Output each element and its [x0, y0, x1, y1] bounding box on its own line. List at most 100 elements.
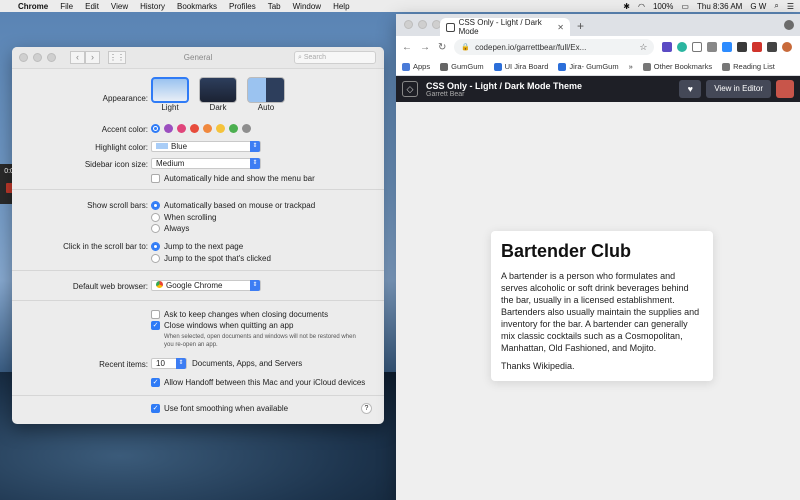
new-tab-icon[interactable]: + — [577, 19, 584, 33]
grid-icon[interactable]: ⋮⋮ — [108, 51, 126, 64]
sidebar-size-label: Sidebar icon size: — [84, 160, 148, 169]
bookmark-star-icon[interactable]: ☆ — [639, 42, 647, 53]
menu-chrome[interactable]: Chrome — [18, 2, 48, 11]
click-scroll-label: Click in the scroll bar to: — [63, 242, 148, 251]
sidebar-size-select[interactable]: Medium ⇕ — [151, 158, 261, 169]
menu-user[interactable]: G W — [750, 2, 766, 11]
active-tab[interactable]: CSS Only - Light / Dark Mode ✕ — [440, 18, 570, 36]
menu-window[interactable]: Window — [293, 2, 321, 11]
back-arrow-icon[interactable]: ← — [402, 42, 412, 53]
bluetooth-icon[interactable]: ✱ — [623, 2, 630, 11]
close-tab-icon[interactable]: ✕ — [557, 23, 564, 32]
chrome-minimize-button[interactable] — [418, 20, 427, 29]
recent-items-select[interactable]: 10 ⇕ — [151, 358, 187, 369]
preferences-window: ‹ › ⋮⋮ General ⌕ Search Appearance: Ligh… — [12, 47, 384, 424]
extension-icons: ⋮ — [662, 41, 800, 53]
reading-list[interactable]: Reading List — [722, 62, 775, 71]
control-center-icon[interactable]: ☰ — [787, 2, 794, 11]
menu-tab[interactable]: Tab — [268, 2, 281, 11]
accent-green[interactable] — [229, 124, 238, 133]
bookmark-gumgum[interactable]: GumGum — [440, 62, 484, 71]
extension-icon[interactable] — [677, 41, 688, 52]
prefs-search-input[interactable]: ⌕ Search — [294, 51, 376, 64]
help-button[interactable]: ? — [361, 403, 372, 414]
menu-profiles[interactable]: Profiles — [229, 2, 256, 11]
auto-hide-checkbox[interactable] — [151, 174, 160, 183]
font-smoothing-checkbox[interactable]: ✓ — [151, 404, 160, 413]
accent-orange[interactable] — [203, 124, 212, 133]
bookmark-ui-jira[interactable]: UI Jira Board — [493, 62, 548, 71]
view-in-editor-button[interactable]: View in Editor — [706, 80, 771, 98]
auto-thumbnail — [247, 77, 285, 103]
chrome-window: CSS Only - Light / Dark Mode ✕ + ← → ↻ 🔒… — [396, 14, 800, 500]
chrome-close-button[interactable] — [404, 20, 413, 29]
extension-icon[interactable] — [692, 41, 703, 52]
bookmarks-more[interactable]: » — [629, 62, 633, 71]
scroll-when-scrolling-radio[interactable] — [151, 213, 160, 222]
appearance-label: Appearance: — [102, 94, 148, 103]
avatar[interactable] — [776, 80, 794, 98]
search-icon[interactable]: ⌕ — [774, 1, 778, 11]
profile-avatar[interactable] — [782, 41, 793, 52]
jump-spot-radio[interactable] — [151, 254, 160, 263]
reload-icon[interactable]: ↻ — [438, 42, 446, 53]
page-viewport: Bartender Club A bartender is a person w… — [396, 102, 800, 500]
extension-icon[interactable] — [752, 41, 763, 52]
theme-light[interactable]: Light — [151, 77, 189, 112]
accent-red[interactable] — [190, 124, 199, 133]
close-button[interactable] — [19, 53, 28, 62]
scroll-always-radio[interactable] — [151, 224, 160, 233]
theme-light-label: Light — [161, 103, 179, 112]
jira-icon — [558, 62, 567, 71]
minimize-button[interactable] — [33, 53, 42, 62]
jump-spot-label: Jump to the spot that's clicked — [164, 254, 271, 263]
pen-author[interactable]: Garrett Bear — [426, 91, 582, 98]
highlight-label: Highlight color: — [95, 143, 148, 152]
theme-auto[interactable]: Auto — [247, 77, 285, 112]
wifi-icon[interactable]: ◠ — [638, 2, 645, 11]
address-bar[interactable]: 🔒 codepen.io/garrettbear/full/Ex... ☆ — [454, 39, 655, 55]
theme-dark[interactable]: Dark — [199, 77, 237, 112]
zoom-extension-icon[interactable] — [722, 41, 733, 52]
menu-bookmarks[interactable]: Bookmarks — [177, 2, 217, 11]
accent-purple[interactable] — [164, 124, 173, 133]
reading-list-icon — [722, 62, 731, 71]
accent-yellow[interactable] — [216, 124, 225, 133]
menu-history[interactable]: History — [140, 2, 165, 11]
extension-icon[interactable] — [737, 41, 748, 52]
menu-clock[interactable]: Thu 8:36 AM — [697, 2, 742, 11]
ask-keep-changes-checkbox[interactable] — [151, 310, 160, 319]
accent-graphite[interactable] — [242, 124, 251, 133]
tab-search-icon[interactable] — [784, 20, 794, 30]
scroll-auto-radio[interactable] — [151, 201, 160, 210]
other-bookmarks[interactable]: Other Bookmarks — [642, 62, 712, 71]
codepen-logo-icon[interactable]: ◇ — [402, 81, 418, 97]
close-windows-label: Close windows when quitting an app — [164, 321, 294, 330]
bookmark-apps[interactable]: Apps — [402, 62, 430, 71]
handoff-checkbox[interactable]: ✓ — [151, 378, 160, 387]
handoff-label: Allow Handoff between this Mac and your … — [164, 378, 366, 387]
extension-icon[interactable] — [767, 41, 778, 52]
highlight-select[interactable]: Blue ⇕ — [151, 141, 261, 152]
forward-arrow-icon[interactable]: → — [420, 42, 430, 53]
menu-help[interactable]: Help — [333, 2, 349, 11]
zoom-button[interactable] — [47, 53, 56, 62]
codepen-favicon-icon — [446, 22, 455, 32]
menu-edit[interactable]: Edit — [85, 2, 99, 11]
battery-icon[interactable]: ▭ — [681, 2, 689, 11]
jump-next-label: Jump to the next page — [164, 242, 244, 251]
accent-pink[interactable] — [177, 124, 186, 133]
forward-icon[interactable]: › — [85, 51, 100, 64]
jump-next-page-radio[interactable] — [151, 242, 160, 251]
menu-file[interactable]: File — [60, 2, 73, 11]
close-windows-checkbox[interactable]: ✓ — [151, 321, 160, 330]
heart-icon[interactable]: ♥ — [679, 80, 702, 98]
extension-icon[interactable] — [662, 41, 673, 52]
back-icon[interactable]: ‹ — [70, 51, 85, 64]
accent-blue[interactable] — [151, 124, 160, 133]
bookmark-jira-gumgum[interactable]: Jira- GumGum — [558, 62, 619, 71]
battery-percent[interactable]: 100% — [653, 2, 673, 11]
menu-view[interactable]: View — [111, 2, 128, 11]
default-browser-select[interactable]: Google Chrome ⇕ — [151, 280, 261, 291]
extension-icon[interactable] — [707, 41, 718, 52]
